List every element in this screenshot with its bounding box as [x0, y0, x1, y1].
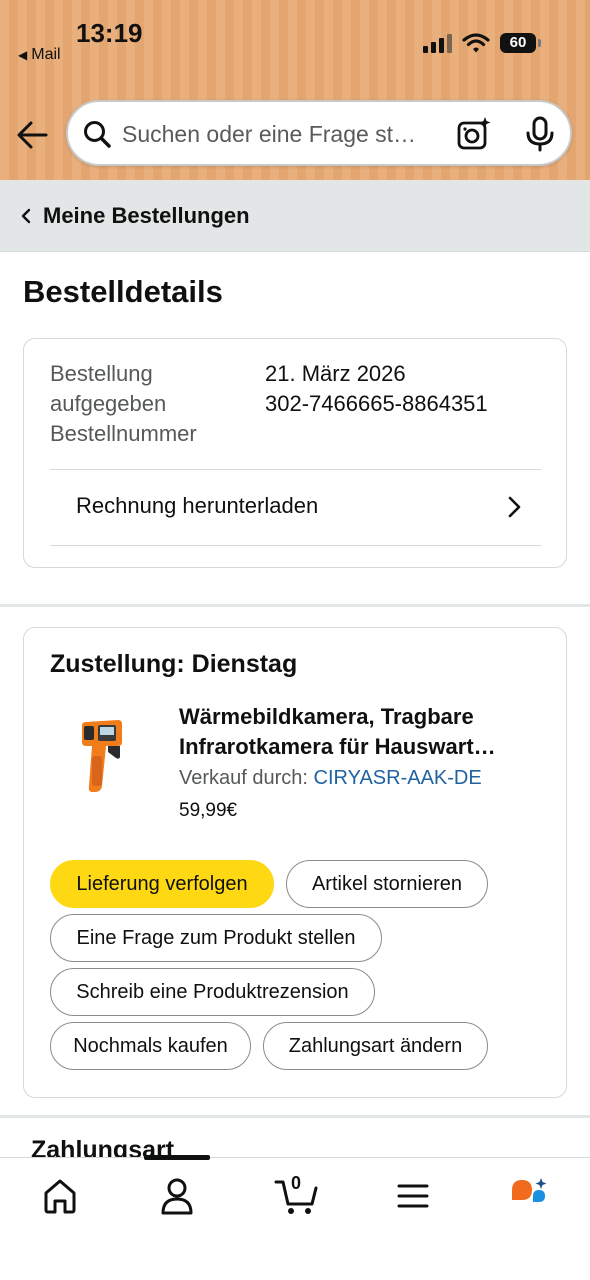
section-separator [0, 604, 590, 607]
seller-prefix: Verkauf durch: [179, 767, 314, 789]
page-title: Bestelldetails [23, 274, 223, 309]
download-invoice-label: Rechnung herunterladen [76, 493, 319, 518]
delivery-heading: Zustellung: Dienstag [50, 650, 298, 678]
account-icon[interactable] [155, 1176, 199, 1216]
chevron-left-icon [21, 208, 31, 224]
status-back-to-app[interactable]: ◀ Mail [18, 46, 61, 64]
seller-link[interactable]: CIRYASR-AAK-DE [314, 767, 482, 789]
download-invoice-row[interactable]: Rechnung herunterladen [24, 471, 568, 547]
ask-product-question-button[interactable]: Eine Frage zum Produkt stellen [50, 914, 382, 962]
divider [50, 469, 541, 470]
microphone-icon[interactable] [523, 116, 557, 152]
product-title-line2: Infrarotkamera für Hauswart… [179, 734, 496, 759]
battery-indicator: 60 [500, 33, 541, 53]
seller-info: Verkauf durch: CIRYASR-AAK-DE [179, 767, 482, 790]
search-bar[interactable] [66, 100, 572, 166]
wifi-icon [462, 33, 490, 53]
product-price: 59,99€ [179, 800, 238, 821]
breadcrumb-label: Meine Bestellungen [43, 203, 250, 228]
cart-button[interactable]: 0 [274, 1173, 320, 1216]
bottom-navigation: 0 [0, 1155, 590, 1280]
delivery-card: Zustellung: Dienstag Wärmebildkamera, Tr… [23, 627, 567, 1098]
write-review-button[interactable]: Schreib eine Produktrezension [50, 968, 375, 1016]
active-tab-indicator [144, 1155, 210, 1160]
divider [50, 545, 541, 546]
buy-again-button[interactable]: Nochmals kaufen [50, 1022, 251, 1070]
product-thumbnail[interactable] [68, 716, 136, 796]
change-payment-method-button[interactable]: Zahlungsart ändern [263, 1022, 488, 1070]
product-title-link[interactable]: Wärmebildkamera, Tragbare Infrarotkamera… [179, 702, 545, 762]
cellular-signal-icon [423, 33, 453, 53]
search-input[interactable] [122, 118, 444, 150]
back-arrow-icon[interactable] [14, 116, 52, 154]
order-number-label: Bestellnummer [50, 421, 197, 446]
order-placed-date: 21. März 2026 [265, 361, 406, 386]
order-summary-card: Bestellung aufgegeben 21. März 2026 Best… [23, 338, 567, 568]
section-separator [0, 1115, 590, 1118]
home-icon[interactable] [38, 1176, 82, 1216]
order-placed-label-line2: aufgegeben [50, 391, 167, 416]
track-delivery-button[interactable]: Lieferung verfolgen [50, 860, 274, 908]
breadcrumb[interactable]: Meine Bestellungen [0, 180, 590, 252]
app-header: 13:19 ◀ Mail 60 [0, 0, 590, 180]
order-placed-label-line1: Bestellung [50, 361, 153, 386]
camera-search-icon[interactable] [456, 116, 492, 152]
menu-icon[interactable] [391, 1176, 435, 1216]
back-triangle-icon: ◀ [18, 48, 28, 62]
rufus-assistant-icon[interactable] [508, 1176, 552, 1216]
product-title-line1: Wärmebildkamera, Tragbare [179, 704, 474, 729]
status-back-label: Mail [31, 46, 61, 63]
status-time: 13:19 [76, 18, 143, 48]
chevron-right-icon [508, 496, 521, 518]
cancel-item-button[interactable]: Artikel stornieren [286, 860, 488, 908]
search-icon [84, 121, 111, 148]
order-number-value: 302-7466665-8864351 [265, 391, 488, 416]
cart-count: 0 [291, 1173, 302, 1193]
